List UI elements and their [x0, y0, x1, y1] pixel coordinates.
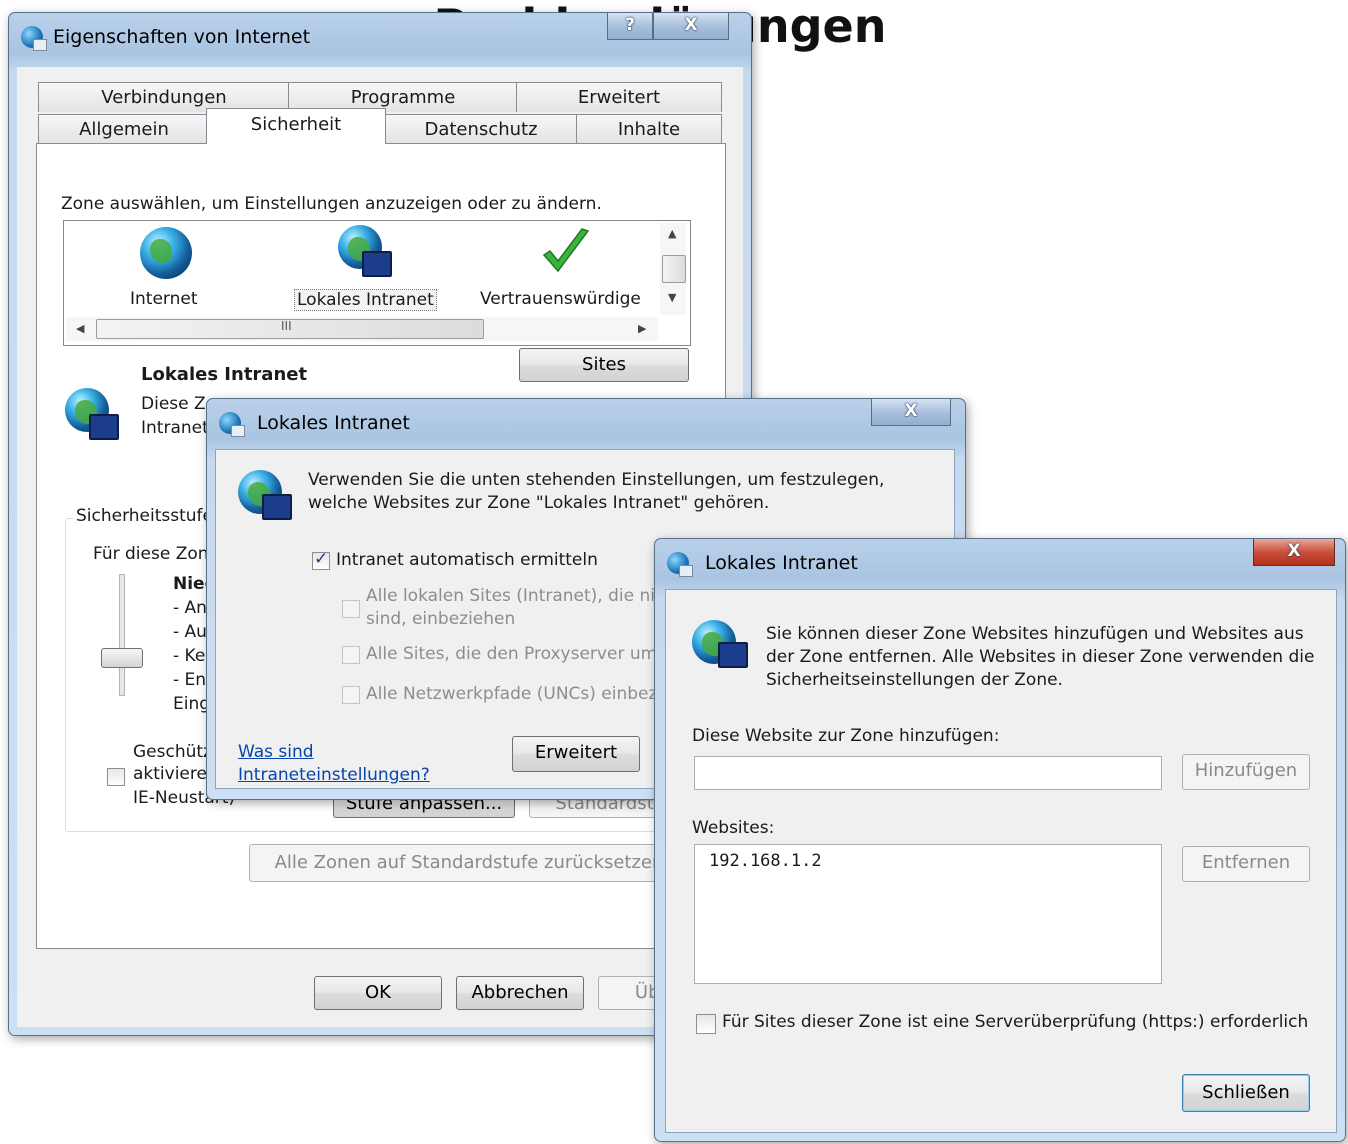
security-level-group-label: Sicherheitsstufe: [73, 506, 217, 526]
close-button[interactable]: X: [653, 13, 729, 40]
tab-sicherheit[interactable]: Sicherheit: [206, 108, 386, 144]
add-website-button[interactable]: Hinzufügen: [1182, 754, 1310, 790]
websites-list[interactable]: 192.168.1.2: [694, 844, 1162, 984]
zone-description-line1: Diese Zo: [141, 394, 217, 414]
zone-horizontal-scrollbar[interactable]: ◀ III ▶: [66, 317, 658, 341]
sites-dialog-monitor-icon: [718, 642, 748, 668]
help-button[interactable]: ?: [607, 13, 653, 40]
proxy-bypass-checkbox[interactable]: [342, 646, 360, 664]
zone-heading: Lokales Intranet: [141, 364, 308, 385]
sites-button[interactable]: Sites: [519, 348, 689, 382]
window-title: Eigenschaften von Internet: [53, 26, 311, 48]
remove-website-button[interactable]: Entfernen: [1182, 846, 1310, 882]
sites-dialog-description-line1: Sie können dieser Zone Websites hinzufüg…: [766, 624, 1304, 644]
sites-dialog-title: Lokales Intranet: [705, 552, 858, 574]
zone-item-trusted[interactable]: Vertrauenswürdige: [480, 225, 650, 315]
globe-icon: [140, 227, 192, 279]
auto-detect-label: Intranet automatisch ermitteln: [336, 550, 598, 570]
scroll-left-arrow-icon[interactable]: ◀: [76, 322, 84, 335]
intranet-dialog-description-line1: Verwenden Sie die unten stehenden Einste…: [308, 470, 885, 490]
protected-mode-line1: Geschütz: [133, 742, 212, 762]
zone-info-monitor-icon: [89, 414, 119, 440]
local-sites-label-line2: sind, einbeziehen: [366, 609, 516, 629]
website-entry[interactable]: 192.168.1.2: [709, 851, 822, 871]
intranet-dialog-description-line2: welche Websites zur Zone "Lokales Intran…: [308, 493, 770, 513]
title-bar[interactable]: Eigenschaften von Internet ? X: [9, 13, 751, 61]
ok-button[interactable]: OK: [314, 976, 442, 1010]
monitor-icon: [362, 251, 392, 277]
local-sites-checkbox[interactable]: [342, 600, 360, 618]
unc-paths-checkbox[interactable]: [342, 686, 360, 704]
scroll-grip: III: [281, 319, 292, 333]
reset-all-zones-button[interactable]: Alle Zonen auf Standardstufe zurücksetze…: [249, 844, 689, 882]
sites-dialog-close-button[interactable]: X: [1253, 539, 1335, 566]
security-level-slider[interactable]: [87, 574, 157, 704]
protected-mode-line2: aktivierer: [133, 764, 214, 784]
sites-dialog-icon: [667, 552, 693, 577]
zone-vertical-scrollbar[interactable]: ▲ ▼: [660, 223, 686, 315]
intranet-dialog-title-bar[interactable]: Lokales Intranet X: [207, 399, 965, 447]
zone-select-prompt: Zone auswählen, um Einstellungen anzuzei…: [61, 194, 602, 214]
auto-detect-checkbox[interactable]: [312, 549, 330, 570]
cancel-button[interactable]: Abbrechen: [456, 976, 584, 1010]
level-item-4: - En: [173, 670, 207, 690]
local-sites-label-line1: Alle lokalen Sites (Intranet), die ni: [366, 586, 655, 606]
intranet-help-link-line1[interactable]: Was sind: [238, 742, 314, 762]
sites-dialog-description-line3: Sicherheitseinstellungen der Zone.: [766, 670, 1063, 690]
internet-options-icon: [21, 26, 47, 51]
tab-erweitert[interactable]: Erweitert: [516, 82, 722, 112]
protected-mode-checkbox[interactable]: [107, 768, 125, 786]
intranet-sites-dialog: Lokales Intranet X Sie können dieser Zon…: [654, 538, 1346, 1142]
scroll-down-arrow-icon[interactable]: ▼: [668, 291, 676, 304]
zone-item-local-intranet[interactable]: Lokales Intranet: [286, 225, 446, 315]
checkmark-icon: [542, 228, 590, 273]
intranet-dialog-close-button[interactable]: X: [871, 399, 951, 426]
sites-dialog-description-line2: der Zone entfernen. Alle Websites in die…: [766, 647, 1315, 667]
zone-label-local-intranet: Lokales Intranet: [294, 289, 437, 311]
sites-dialog-client: Sie können dieser Zone Websites hinzufüg…: [665, 589, 1337, 1133]
https-required-checkbox[interactable]: [696, 1014, 716, 1034]
unc-paths-label: Alle Netzwerkpfade (UNCs) einbez: [366, 684, 658, 704]
intranet-dialog-title: Lokales Intranet: [257, 412, 410, 434]
level-item-1: - An: [173, 598, 207, 618]
add-website-label: Diese Website zur Zone hinzufügen:: [692, 726, 1000, 746]
intranet-help-link-line2[interactable]: Intraneteinstellungen?: [238, 765, 430, 785]
intranet-dialog-monitor-icon: [262, 494, 292, 520]
tab-datenschutz[interactable]: Datenschutz: [384, 114, 578, 144]
zone-description-line2: Intranet: [141, 418, 209, 438]
add-website-input[interactable]: [694, 756, 1162, 790]
slider-thumb[interactable]: [101, 648, 143, 668]
zone-horizontal-scroll-thumb[interactable]: III: [96, 319, 484, 339]
tab-allgemein[interactable]: Allgemein: [38, 114, 210, 144]
zone-vertical-scroll-thumb[interactable]: [662, 255, 686, 283]
for-this-zone-label: Für diese Zon: [93, 544, 209, 564]
zone-label-trusted: Vertrauenswürdige: [480, 289, 641, 309]
zone-item-internet[interactable]: Internet: [104, 225, 228, 315]
level-item-5: Eing: [173, 694, 211, 714]
websites-label: Websites:: [692, 818, 775, 838]
scroll-right-arrow-icon[interactable]: ▶: [638, 322, 646, 335]
zone-label-internet: Internet: [130, 289, 198, 309]
sites-dialog-title-bar[interactable]: Lokales Intranet X: [655, 539, 1345, 587]
level-item-2: - Au: [173, 622, 207, 642]
https-required-label: Für Sites dieser Zone ist eine Serverübe…: [722, 1012, 1309, 1032]
level-item-3: - Kei: [173, 646, 211, 666]
close-dialog-button[interactable]: Schließen: [1182, 1074, 1310, 1112]
scroll-up-arrow-icon[interactable]: ▲: [668, 227, 676, 240]
intranet-advanced-button[interactable]: Erweitert: [512, 736, 640, 772]
proxy-bypass-label: Alle Sites, die den Proxyserver um: [366, 644, 658, 664]
intranet-dialog-icon: [219, 412, 245, 437]
zone-list: Internet Lokales Intranet Vertrauenswürd…: [63, 220, 691, 346]
tab-inhalte[interactable]: Inhalte: [576, 114, 722, 144]
